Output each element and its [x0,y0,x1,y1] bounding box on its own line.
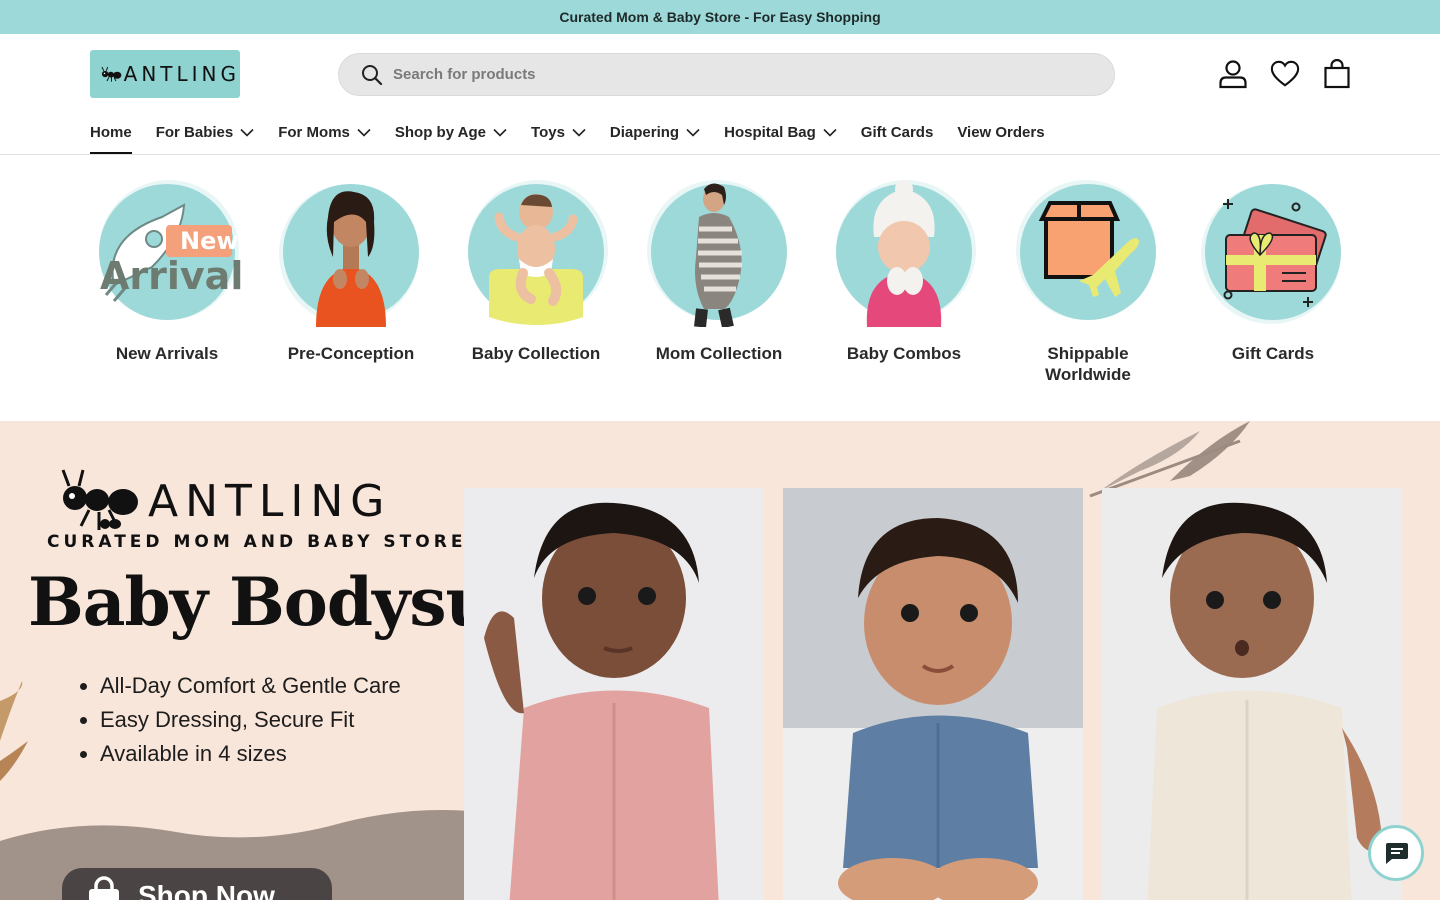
nav-item-diapering[interactable]: Diapering [610,114,700,154]
badge-arrival: Arrival [100,254,242,298]
category-label: Baby Collection [471,344,601,363]
category-label: Shippable Worldwide [1045,344,1131,384]
category-mom-collection[interactable]: Mom Collection [634,177,804,364]
chat-widget-button[interactable] [1368,825,1424,881]
product-photo-cream-bodysuit[interactable] [1102,488,1402,900]
site-header: ANTLING [0,34,1440,114]
product-photo-pink-bodysuit[interactable] [464,488,764,900]
shipping-box-plane-icon [1016,180,1156,320]
category-label: Gift Cards [1231,344,1315,363]
header-icons [1218,58,1352,90]
wishlist-heart-icon[interactable] [1270,58,1300,90]
ant-logo-icon [61,469,138,530]
badge-new: New [180,227,239,255]
category-shippable-worldwide[interactable]: Shippable Worldwide [1003,177,1173,385]
chevron-down-icon [823,128,837,137]
nav-label: For Moms [278,123,350,141]
category-label: Mom Collection [655,344,783,363]
main-nav: Home For Babies For Moms Shop by Age Toy… [0,114,1440,155]
search-input[interactable] [393,66,993,83]
nav-item-home[interactable]: Home [90,114,132,154]
category-label: Baby Combos [846,344,962,363]
nav-label: View Orders [957,123,1045,141]
shop-now-label: Shop Now [138,880,275,900]
nav-label: For Babies [155,123,234,141]
search-bar[interactable] [338,53,1115,96]
hero-bullet: All-Day Comfort & Gentle Care [80,673,401,699]
leaf-decoration [0,681,28,781]
nav-label: Diapering [609,123,680,141]
chevron-down-icon [240,128,254,137]
nav-item-gift-cards[interactable]: Gift Cards [861,114,934,154]
hero-brand: ANTLING [45,466,384,541]
chevron-down-icon [686,128,700,137]
gift-card-icon [1201,184,1341,324]
chevron-down-icon [572,128,586,137]
category-baby-combos[interactable]: Baby Combos [819,177,989,364]
category-label: New Arrivals [115,344,219,363]
search-icon[interactable] [361,64,383,86]
hero-brand-text: ANTLING [148,476,392,527]
nav-label: Gift Cards [860,123,934,141]
cart-bag-icon[interactable] [1322,58,1352,90]
category-label: Pre-Conception [287,344,415,363]
shopping-bag-icon [89,876,119,900]
logo-text: ANTLING [123,62,240,86]
nav-label: Toys [531,123,565,141]
hero-bullet-list: All-Day Comfort & Gentle Care Easy Dress… [80,673,401,775]
announcement-text: Curated Mom & Baby Store - For Easy Shop… [559,9,881,25]
category-circles: New Arrival New Arrivals Pre-Conception [0,155,1440,420]
nav-label: Hospital Bag [724,123,816,141]
nav-item-hospital-bag[interactable]: Hospital Bag [724,114,837,154]
nav-item-toys[interactable]: Toys [531,114,586,154]
chevron-down-icon [357,128,371,137]
hero-bullet: Available in 4 sizes [80,741,401,767]
site-logo[interactable]: ANTLING [90,50,240,98]
nav-item-for-babies[interactable]: For Babies [156,114,255,154]
hero-bullet: Easy Dressing, Secure Fit [80,707,401,733]
announcement-bar: Curated Mom & Baby Store - For Easy Shop… [0,0,1440,34]
nav-item-for-moms[interactable]: For Moms [278,114,371,154]
nav-item-shop-by-age[interactable]: Shop by Age [395,114,507,154]
category-gift-cards[interactable]: Gift Cards [1188,177,1358,364]
category-pre-conception[interactable]: Pre-Conception [266,177,436,364]
chat-bubble-icon [1386,843,1408,864]
account-icon[interactable] [1218,58,1248,90]
shop-now-button[interactable]: Shop Now [62,868,332,900]
category-baby-collection[interactable]: Baby Collection [451,177,621,364]
baby-combos-photo [836,180,976,327]
category-new-arrivals[interactable]: New Arrival New Arrivals [82,177,252,364]
new-arrival-rocket-icon: New Arrival [99,180,242,320]
baby-collection-photo [468,180,608,325]
nav-label: Shop by Age [394,123,487,141]
hero-tagline: CURATED MOM AND BABY STORE [47,532,467,552]
nav-label: Home [90,123,132,141]
mom-collection-photo [647,180,787,327]
pre-conception-photo [279,184,419,327]
hero-banner[interactable]: ANTLING CURATED MOM AND BABY STORE Baby … [0,421,1440,900]
nav-item-view-orders[interactable]: View Orders [957,114,1044,154]
ant-logo-icon [101,66,122,82]
chevron-down-icon [493,128,507,137]
product-photo-blue-bodysuit[interactable] [783,488,1083,900]
